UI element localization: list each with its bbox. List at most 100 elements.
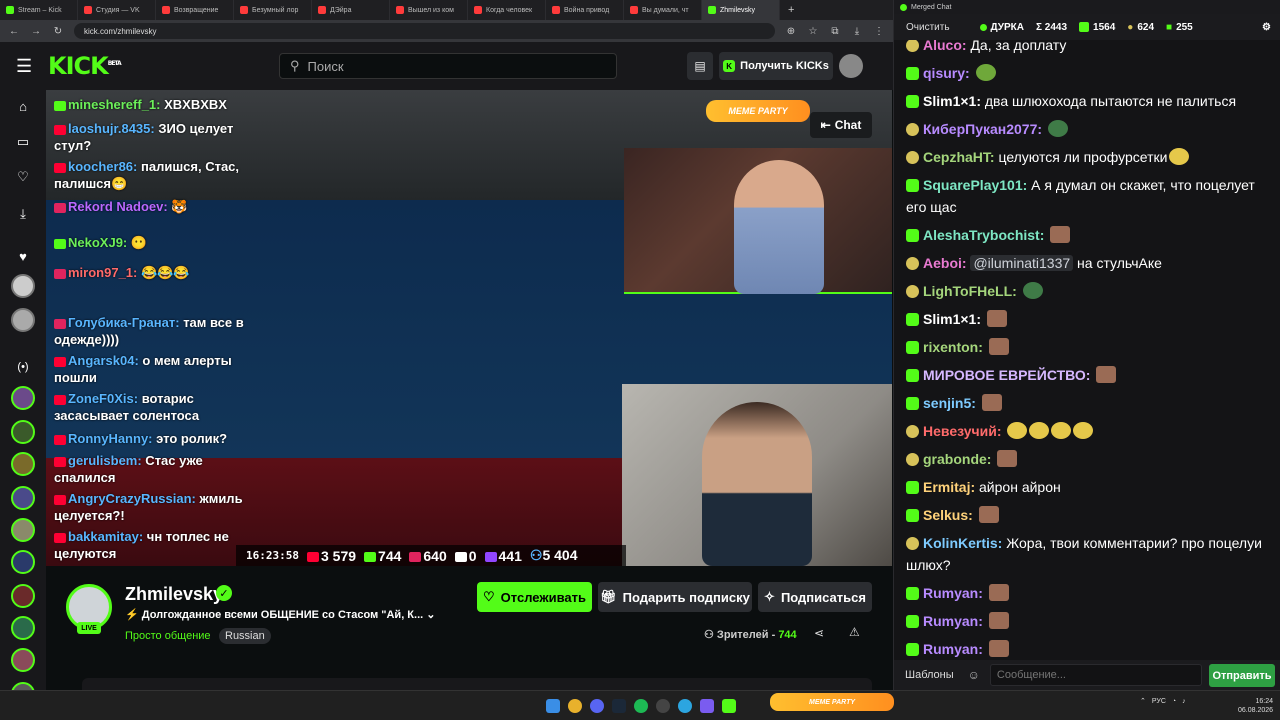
- chat-username[interactable]: LighToFHeLL:: [923, 283, 1017, 299]
- back-icon[interactable]: ←: [8, 26, 20, 37]
- chat-message[interactable]: Aeboi: @iluminati1337 на стульчАке: [906, 252, 1271, 274]
- chat-message[interactable]: Rumyan:: [906, 638, 1271, 660]
- chat-message[interactable]: CepzhaHT: целуются ли профурсетки: [906, 146, 1271, 168]
- video-player[interactable]: mineshereff_1: XBXBXBX laoshujr.8435: ЗИО…: [46, 90, 892, 566]
- chat-message[interactable]: Aluco: Да, за доплату: [906, 40, 1271, 56]
- new-tab-button[interactable]: +: [780, 4, 802, 16]
- steam-icon[interactable]: [612, 699, 626, 713]
- browser-tab[interactable]: Безумный лор: [234, 0, 312, 20]
- chat-message[interactable]: КиберПукан2077:: [906, 118, 1271, 140]
- send-button[interactable]: Отправить: [1209, 664, 1275, 687]
- reload-icon[interactable]: ↻: [52, 26, 64, 37]
- chat-username[interactable]: Ermitaj:: [923, 479, 975, 495]
- kick-logo[interactable]: KICKBETA: [48, 52, 122, 80]
- chat-username[interactable]: Aluco:: [923, 40, 967, 53]
- forward-icon[interactable]: →: [30, 26, 42, 37]
- follow-button[interactable]: ♡ Отслеживать: [477, 582, 592, 612]
- telegram-icon[interactable]: [678, 699, 692, 713]
- search-input[interactable]: ⚲ Поиск: [279, 53, 617, 79]
- emoji-picker-icon[interactable]: ☺: [968, 668, 980, 682]
- chat-username[interactable]: KolinKertis:: [923, 535, 1002, 551]
- chat-username[interactable]: Rumyan:: [923, 613, 983, 629]
- chat-message[interactable]: Rumyan:: [906, 610, 1271, 632]
- chat-message[interactable]: grabonde:: [906, 448, 1271, 470]
- chat-message[interactable]: SquarePlay101: А я думал он скажет, что …: [906, 174, 1271, 218]
- browser-tab[interactable]: Студия — VK: [78, 0, 156, 20]
- app-icon[interactable]: [700, 699, 714, 713]
- browse-icon[interactable]: ▭: [11, 130, 35, 154]
- following-heart-icon[interactable]: ♡: [11, 165, 35, 189]
- chat-username[interactable]: Rumyan:: [923, 585, 983, 601]
- start-icon[interactable]: [546, 699, 560, 713]
- browser-tab[interactable]: Вы думали, чт: [624, 0, 702, 20]
- followed-channel-avatar[interactable]: [11, 308, 35, 332]
- chat-username[interactable]: qisury:: [923, 65, 970, 81]
- browser-tab[interactable]: Когда человек: [468, 0, 546, 20]
- favorites-heart-icon[interactable]: ♥: [11, 244, 35, 268]
- user-avatar[interactable]: [839, 54, 863, 78]
- chat-username[interactable]: Rumyan:: [923, 641, 983, 657]
- recommended-channel-avatar[interactable]: [11, 486, 35, 510]
- share-icon[interactable]: ⋖: [814, 626, 824, 640]
- recommended-channel-avatar[interactable]: [11, 584, 35, 608]
- chat-message[interactable]: Selkus:: [906, 504, 1271, 526]
- chat-message[interactable]: senjin5:: [906, 392, 1271, 414]
- chat-message[interactable]: Невезучий:: [906, 420, 1271, 442]
- chat-message[interactable]: LighToFHeLL:: [906, 280, 1271, 302]
- chrome-icon[interactable]: [568, 699, 582, 713]
- chat-toggle-button[interactable]: ⇤ Chat: [810, 112, 872, 138]
- chat-username[interactable]: SquarePlay101:: [923, 177, 1027, 193]
- system-clock[interactable]: 16:24 06.08.2026: [1238, 697, 1273, 715]
- chat-username[interactable]: senjin5:: [923, 395, 976, 411]
- chat-username[interactable]: CepzhaHT:: [923, 149, 995, 165]
- chat-message[interactable]: Slim1×1:: [906, 308, 1271, 330]
- templates-button[interactable]: Шаблоны: [905, 669, 954, 681]
- channel-name[interactable]: Zhmilevsky: [125, 584, 223, 605]
- hamburger-menu-icon[interactable]: ☰: [16, 56, 36, 77]
- recommended-channel-avatar[interactable]: [11, 518, 35, 542]
- chat-message[interactable]: Ermitaj: айрон айрон: [906, 476, 1271, 498]
- chat-username[interactable]: Selkus:: [923, 507, 973, 523]
- obs-icon[interactable]: [656, 699, 670, 713]
- home-icon[interactable]: ⌂: [11, 94, 35, 118]
- browser-tab[interactable]: Stream – Kick: [0, 0, 78, 20]
- chat-username[interactable]: rixenton:: [923, 339, 983, 355]
- bookmark-star-icon[interactable]: ☆: [807, 26, 819, 37]
- recommended-channel-avatar[interactable]: [11, 420, 35, 444]
- recommended-channel-avatar[interactable]: [11, 550, 35, 574]
- subscribe-button[interactable]: ✧ Подписаться: [758, 582, 872, 612]
- recommended-channel-avatar[interactable]: [11, 648, 35, 672]
- chat-message[interactable]: AleshaTrybochist:: [906, 224, 1271, 246]
- clear-chat-button[interactable]: Очистить: [906, 22, 950, 33]
- wifi-icon[interactable]: ◔: [1172, 698, 1176, 705]
- stream-category[interactable]: Просто общение: [125, 630, 211, 642]
- chat-message[interactable]: KolinKertis: Жора, твои комментарии? про…: [906, 532, 1271, 576]
- settings-gear-icon[interactable]: ⚙: [1262, 22, 1271, 33]
- chat-username[interactable]: Slim1×1:: [923, 311, 981, 327]
- discord-icon[interactable]: [590, 699, 604, 713]
- recommended-channel-avatar[interactable]: [11, 616, 35, 640]
- download-icon[interactable]: ⤓: [851, 26, 863, 37]
- chat-username[interactable]: КиберПукан2077:: [923, 121, 1042, 137]
- language-indicator[interactable]: РУС: [1152, 698, 1166, 705]
- gift-sub-button[interactable]: 🎁︎ Подарить подписку: [598, 582, 752, 612]
- extensions-icon[interactable]: ⧉: [829, 26, 841, 37]
- chat-message[interactable]: qisury:: [906, 62, 1271, 84]
- chat-username[interactable]: AleshaTrybochist:: [923, 227, 1044, 243]
- chat-username[interactable]: МИРОВОЕ ЕВРЕЙСТВО:: [923, 367, 1090, 383]
- recommended-channel-avatar[interactable]: [11, 386, 35, 410]
- browser-tab[interactable]: Zhmilevsky: [702, 0, 780, 20]
- clips-icon[interactable]: ⤓: [11, 202, 35, 226]
- spotify-icon[interactable]: [634, 699, 648, 713]
- zoom-icon[interactable]: ⊕: [785, 26, 797, 37]
- browser-tab[interactable]: Война привод: [546, 0, 624, 20]
- volume-icon[interactable]: ♪: [1182, 698, 1186, 705]
- browser-tab[interactable]: ДЭйра: [312, 0, 390, 20]
- report-warning-icon[interactable]: ⚠: [849, 625, 860, 639]
- browse-icon[interactable]: ▤: [687, 52, 713, 80]
- browser-tab[interactable]: Вышел из ком: [390, 0, 468, 20]
- language-tag[interactable]: Russian: [219, 628, 271, 644]
- chat-message[interactable]: Rumyan:: [906, 582, 1271, 604]
- merged-chat-taskbar-icon[interactable]: [722, 699, 736, 713]
- message-input[interactable]: [989, 664, 1202, 686]
